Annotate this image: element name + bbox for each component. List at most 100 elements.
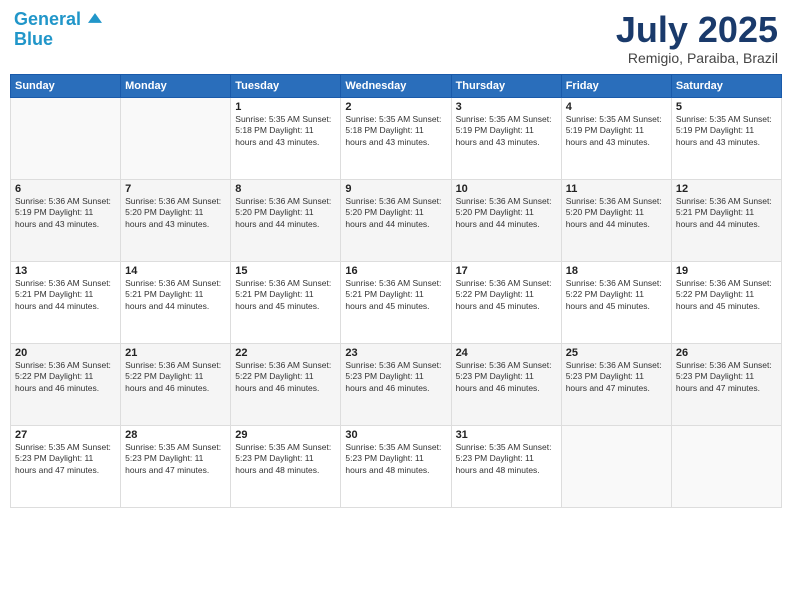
day-number: 2 (345, 101, 446, 113)
day-cell: 15Sunrise: 5:36 AM Sunset: 5:21 PM Dayli… (231, 261, 341, 343)
calendar-header-row: Sunday Monday Tuesday Wednesday Thursday… (11, 74, 782, 97)
week-row-3: 13Sunrise: 5:36 AM Sunset: 5:21 PM Dayli… (11, 261, 782, 343)
day-number: 12 (676, 183, 777, 195)
day-cell: 29Sunrise: 5:35 AM Sunset: 5:23 PM Dayli… (231, 425, 341, 507)
week-row-2: 6Sunrise: 5:36 AM Sunset: 5:19 PM Daylig… (11, 179, 782, 261)
day-number: 26 (676, 347, 777, 359)
day-info: Sunrise: 5:36 AM Sunset: 5:23 PM Dayligh… (566, 360, 667, 394)
day-number: 20 (15, 347, 116, 359)
day-cell: 9Sunrise: 5:36 AM Sunset: 5:20 PM Daylig… (341, 179, 451, 261)
col-sunday: Sunday (11, 74, 121, 97)
day-info: Sunrise: 5:36 AM Sunset: 5:22 PM Dayligh… (566, 278, 667, 312)
day-number: 31 (456, 429, 557, 441)
day-info: Sunrise: 5:36 AM Sunset: 5:23 PM Dayligh… (676, 360, 777, 394)
day-info: Sunrise: 5:36 AM Sunset: 5:21 PM Dayligh… (345, 278, 446, 312)
col-wednesday: Wednesday (341, 74, 451, 97)
day-info: Sunrise: 5:36 AM Sunset: 5:20 PM Dayligh… (235, 196, 336, 230)
day-cell: 24Sunrise: 5:36 AM Sunset: 5:23 PM Dayli… (451, 343, 561, 425)
day-cell: 10Sunrise: 5:36 AM Sunset: 5:20 PM Dayli… (451, 179, 561, 261)
day-cell: 17Sunrise: 5:36 AM Sunset: 5:22 PM Dayli… (451, 261, 561, 343)
title-block: July 2025 Remigio, Paraiba, Brazil (616, 10, 778, 66)
day-number: 5 (676, 101, 777, 113)
day-cell: 30Sunrise: 5:35 AM Sunset: 5:23 PM Dayli… (341, 425, 451, 507)
day-cell: 4Sunrise: 5:35 AM Sunset: 5:19 PM Daylig… (561, 97, 671, 179)
day-info: Sunrise: 5:35 AM Sunset: 5:23 PM Dayligh… (235, 442, 336, 476)
col-friday: Friday (561, 74, 671, 97)
day-info: Sunrise: 5:36 AM Sunset: 5:21 PM Dayligh… (15, 278, 116, 312)
day-cell: 6Sunrise: 5:36 AM Sunset: 5:19 PM Daylig… (11, 179, 121, 261)
col-monday: Monday (121, 74, 231, 97)
logo-text: General (14, 10, 102, 30)
day-number: 27 (15, 429, 116, 441)
day-number: 28 (125, 429, 226, 441)
day-number: 25 (566, 347, 667, 359)
day-info: Sunrise: 5:35 AM Sunset: 5:18 PM Dayligh… (235, 114, 336, 148)
day-cell: 1Sunrise: 5:35 AM Sunset: 5:18 PM Daylig… (231, 97, 341, 179)
day-number: 4 (566, 101, 667, 113)
day-cell: 12Sunrise: 5:36 AM Sunset: 5:21 PM Dayli… (671, 179, 781, 261)
day-info: Sunrise: 5:36 AM Sunset: 5:20 PM Dayligh… (456, 196, 557, 230)
logo: General Blue (14, 10, 102, 50)
page: General Blue July 2025 Remigio, Paraiba,… (0, 0, 792, 612)
day-cell: 7Sunrise: 5:36 AM Sunset: 5:20 PM Daylig… (121, 179, 231, 261)
day-info: Sunrise: 5:36 AM Sunset: 5:19 PM Dayligh… (15, 196, 116, 230)
day-cell: 19Sunrise: 5:36 AM Sunset: 5:22 PM Dayli… (671, 261, 781, 343)
week-row-5: 27 Sunrise: 5:35 AM Sunset: 5:23 PM Dayli… (11, 425, 782, 507)
logo-blue: Blue (14, 30, 102, 50)
day-number: 22 (235, 347, 336, 359)
day-info: Sunrise: 5:35 AM Sunset: 5:23 PM Dayligh… (456, 442, 557, 476)
day-number: 17 (456, 265, 557, 277)
logo-general: General (14, 9, 81, 29)
day-cell: 22Sunrise: 5:36 AM Sunset: 5:22 PM Dayli… (231, 343, 341, 425)
day-cell: 18Sunrise: 5:36 AM Sunset: 5:22 PM Dayli… (561, 261, 671, 343)
day-number: 29 (235, 429, 336, 441)
day-info: Sunrise: 5:36 AM Sunset: 5:20 PM Dayligh… (566, 196, 667, 230)
day-number: 7 (125, 183, 226, 195)
day-cell: 25Sunrise: 5:36 AM Sunset: 5:23 PM Dayli… (561, 343, 671, 425)
header: General Blue July 2025 Remigio, Paraiba,… (10, 10, 782, 66)
col-tuesday: Tuesday (231, 74, 341, 97)
month-title: July 2025 (616, 10, 778, 50)
day-cell (561, 425, 671, 507)
day-info: Sunrise: 5:35 AM Sunset: 5:23 PM Dayligh… (125, 442, 226, 476)
day-info: Sunrise: 5:36 AM Sunset: 5:22 PM Dayligh… (676, 278, 777, 312)
day-number: 21 (125, 347, 226, 359)
day-cell: 28Sunrise: 5:35 AM Sunset: 5:23 PM Dayli… (121, 425, 231, 507)
day-cell (11, 97, 121, 179)
day-number: 6 (15, 183, 116, 195)
day-number: 30 (345, 429, 446, 441)
week-row-4: 20 Sunrise: 5:36 AM Sunset: 5:22 PM Dayli… (11, 343, 782, 425)
day-cell (121, 97, 231, 179)
day-number: 3 (456, 101, 557, 113)
day-info: Sunrise: 5:35 AM Sunset: 5:19 PM Dayligh… (676, 114, 777, 148)
day-cell: 21Sunrise: 5:36 AM Sunset: 5:22 PM Dayli… (121, 343, 231, 425)
day-info: Sunrise: 5:36 AM Sunset: 5:23 PM Dayligh… (456, 360, 557, 394)
day-cell: 3Sunrise: 5:35 AM Sunset: 5:19 PM Daylig… (451, 97, 561, 179)
day-info: Sunrise: 5:36 AM Sunset: 5:21 PM Dayligh… (125, 278, 226, 312)
day-info: Sunrise: 5:35 AM Sunset: 5:19 PM Dayligh… (456, 114, 557, 148)
calendar-table: Sunday Monday Tuesday Wednesday Thursday… (10, 74, 782, 508)
day-number: 9 (345, 183, 446, 195)
day-number: 14 (125, 265, 226, 277)
location: Remigio, Paraiba, Brazil (616, 50, 778, 66)
day-info: Sunrise: 5:36 AM Sunset: 5:21 PM Dayligh… (676, 196, 777, 230)
day-cell: 13Sunrise: 5:36 AM Sunset: 5:21 PM Dayli… (11, 261, 121, 343)
day-info: Sunrise: 5:35 AM Sunset: 5:23 PM Dayligh… (345, 442, 446, 476)
day-number: 24 (456, 347, 557, 359)
week-row-1: 1Sunrise: 5:35 AM Sunset: 5:18 PM Daylig… (11, 97, 782, 179)
day-cell: 5Sunrise: 5:35 AM Sunset: 5:19 PM Daylig… (671, 97, 781, 179)
day-cell (671, 425, 781, 507)
day-info: Sunrise: 5:36 AM Sunset: 5:20 PM Dayligh… (345, 196, 446, 230)
day-number: 11 (566, 183, 667, 195)
col-saturday: Saturday (671, 74, 781, 97)
logo-arrow-icon (88, 11, 102, 25)
day-info: Sunrise: 5:36 AM Sunset: 5:21 PM Dayligh… (235, 278, 336, 312)
day-cell: 23Sunrise: 5:36 AM Sunset: 5:23 PM Dayli… (341, 343, 451, 425)
day-number: 1 (235, 101, 336, 113)
day-number: 8 (235, 183, 336, 195)
day-cell: 27Sunrise: 5:35 AM Sunset: 5:23 PM Dayli… (11, 425, 121, 507)
day-number: 18 (566, 265, 667, 277)
day-info: Sunrise: 5:36 AM Sunset: 5:23 PM Dayligh… (345, 360, 446, 394)
day-info: Sunrise: 5:36 AM Sunset: 5:22 PM Dayligh… (235, 360, 336, 394)
day-cell: 20Sunrise: 5:36 AM Sunset: 5:22 PM Dayli… (11, 343, 121, 425)
